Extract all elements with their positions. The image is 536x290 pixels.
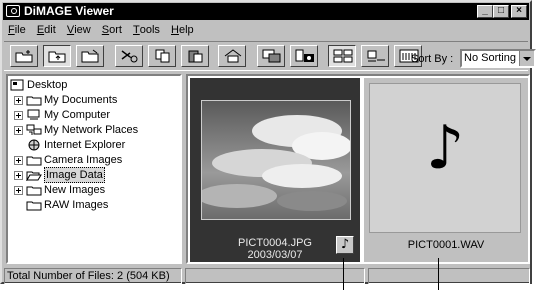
minimize-button[interactable]: _ <box>477 5 493 18</box>
globe-icon <box>28 139 40 151</box>
cloud-photo <box>202 101 350 219</box>
menu-sort[interactable]: Sort <box>98 22 126 38</box>
tree-label: Camera Images <box>44 154 123 166</box>
thumbnail-card[interactable]: ♪ PICT0001.WAV <box>364 78 528 262</box>
slideshow-icon <box>262 49 281 63</box>
thumbnail-view: PICT0004.JPG 2003/03/07 ♪ ♪ PICT0001.WAV <box>186 74 530 264</box>
window-title: DiMAGE Viewer <box>24 4 114 18</box>
sort-by-label: Sort By : <box>411 53 454 65</box>
callout-line <box>343 258 344 290</box>
home-icon <box>224 49 242 63</box>
maximize-button[interactable]: □ <box>493 5 509 18</box>
menu-help[interactable]: Help <box>167 22 198 38</box>
folder-up-icon <box>48 51 66 63</box>
computer-icon <box>27 109 40 120</box>
thumbnail-image <box>201 100 351 220</box>
cut-button[interactable] <box>115 45 143 67</box>
audio-note-icon[interactable]: ♪ <box>336 236 354 254</box>
camera-transfer-icon <box>295 49 314 62</box>
sort-select-value: No Sorting <box>464 52 516 64</box>
folder-open-button[interactable] <box>76 45 104 67</box>
expand-icon[interactable] <box>14 186 23 195</box>
expand-icon[interactable] <box>14 171 23 180</box>
status-panel <box>368 268 530 284</box>
folder-open-icon <box>81 49 99 63</box>
network-icon <box>26 124 42 135</box>
tree-label: Internet Explorer <box>44 139 126 151</box>
folder-icon <box>26 186 42 196</box>
paste-button[interactable] <box>181 45 209 67</box>
title-bar[interactable]: DiMAGE Viewer _ □ × <box>3 3 529 20</box>
expand-icon[interactable] <box>14 96 23 105</box>
menu-tools[interactable]: Tools <box>129 22 164 38</box>
music-note-icon: ♪ <box>425 113 465 183</box>
app-camera-icon[interactable] <box>6 5 20 17</box>
folder-icon <box>26 201 42 211</box>
toolbar: Sort By : No Sorting <box>4 41 536 71</box>
close-button[interactable]: × <box>511 5 527 18</box>
folder-open-icon <box>26 171 42 181</box>
menu-edit[interactable]: Edit <box>33 22 60 38</box>
tree-label: New Images <box>44 184 106 196</box>
large-thumbnails-icon <box>333 49 353 63</box>
tree-label-selected: Image Data <box>44 167 105 183</box>
app-window: DiMAGE Viewer _ □ × File Edit View Sort … <box>0 0 536 284</box>
small-thumbnails-button[interactable] <box>361 45 389 67</box>
copy-button[interactable] <box>148 45 176 67</box>
large-thumbnails-button[interactable] <box>328 45 356 67</box>
new-folder-button[interactable] <box>10 45 38 67</box>
desktop-icon <box>10 79 24 91</box>
slideshow-button[interactable] <box>257 45 285 67</box>
folder-up-button[interactable] <box>43 45 71 67</box>
thumbnail-card-selected[interactable]: PICT0004.JPG 2003/03/07 ♪ <box>190 78 360 262</box>
menu-bar: File Edit View Sort Tools Help <box>4 22 198 39</box>
sort-select[interactable]: No Sorting <box>460 49 536 68</box>
camera-transfer-button[interactable] <box>290 45 318 67</box>
home-button[interactable] <box>218 45 246 67</box>
tree-label: My Network Places <box>44 124 139 136</box>
status-file-count: Total Number of Files: 2 (504 KB) <box>4 268 182 284</box>
chevron-down-icon[interactable] <box>519 51 534 66</box>
status-panel <box>185 268 365 284</box>
tree-label: Desktop <box>27 79 68 91</box>
expand-icon[interactable] <box>14 156 23 165</box>
tree-label: My Documents <box>44 94 118 106</box>
file-date: 2003/03/07 <box>247 249 303 261</box>
copy-icon <box>155 49 170 63</box>
menu-view[interactable]: View <box>63 22 95 38</box>
file-name: PICT0001.WAV <box>407 239 485 251</box>
folder-tree[interactable]: Desktop My Documents My Computer My Netw… <box>6 74 182 264</box>
file-name: PICT0004.JPG <box>238 237 312 249</box>
folder-documents-icon <box>26 96 42 106</box>
expand-icon[interactable] <box>14 111 23 120</box>
folder-icon <box>26 156 42 166</box>
menu-file[interactable]: File <box>4 22 30 38</box>
tree-label: My Computer <box>44 109 111 121</box>
small-thumbnails-icon <box>367 50 385 62</box>
new-folder-icon <box>15 50 33 63</box>
callout-line <box>438 258 439 290</box>
paste-icon <box>188 50 203 63</box>
cut-icon <box>121 50 138 63</box>
status-bar: Total Number of Files: 2 (504 KB) <box>4 268 530 284</box>
audio-thumbnail: ♪ <box>369 83 521 233</box>
expand-icon[interactable] <box>14 126 23 135</box>
tree-label: RAW Images <box>44 199 109 211</box>
